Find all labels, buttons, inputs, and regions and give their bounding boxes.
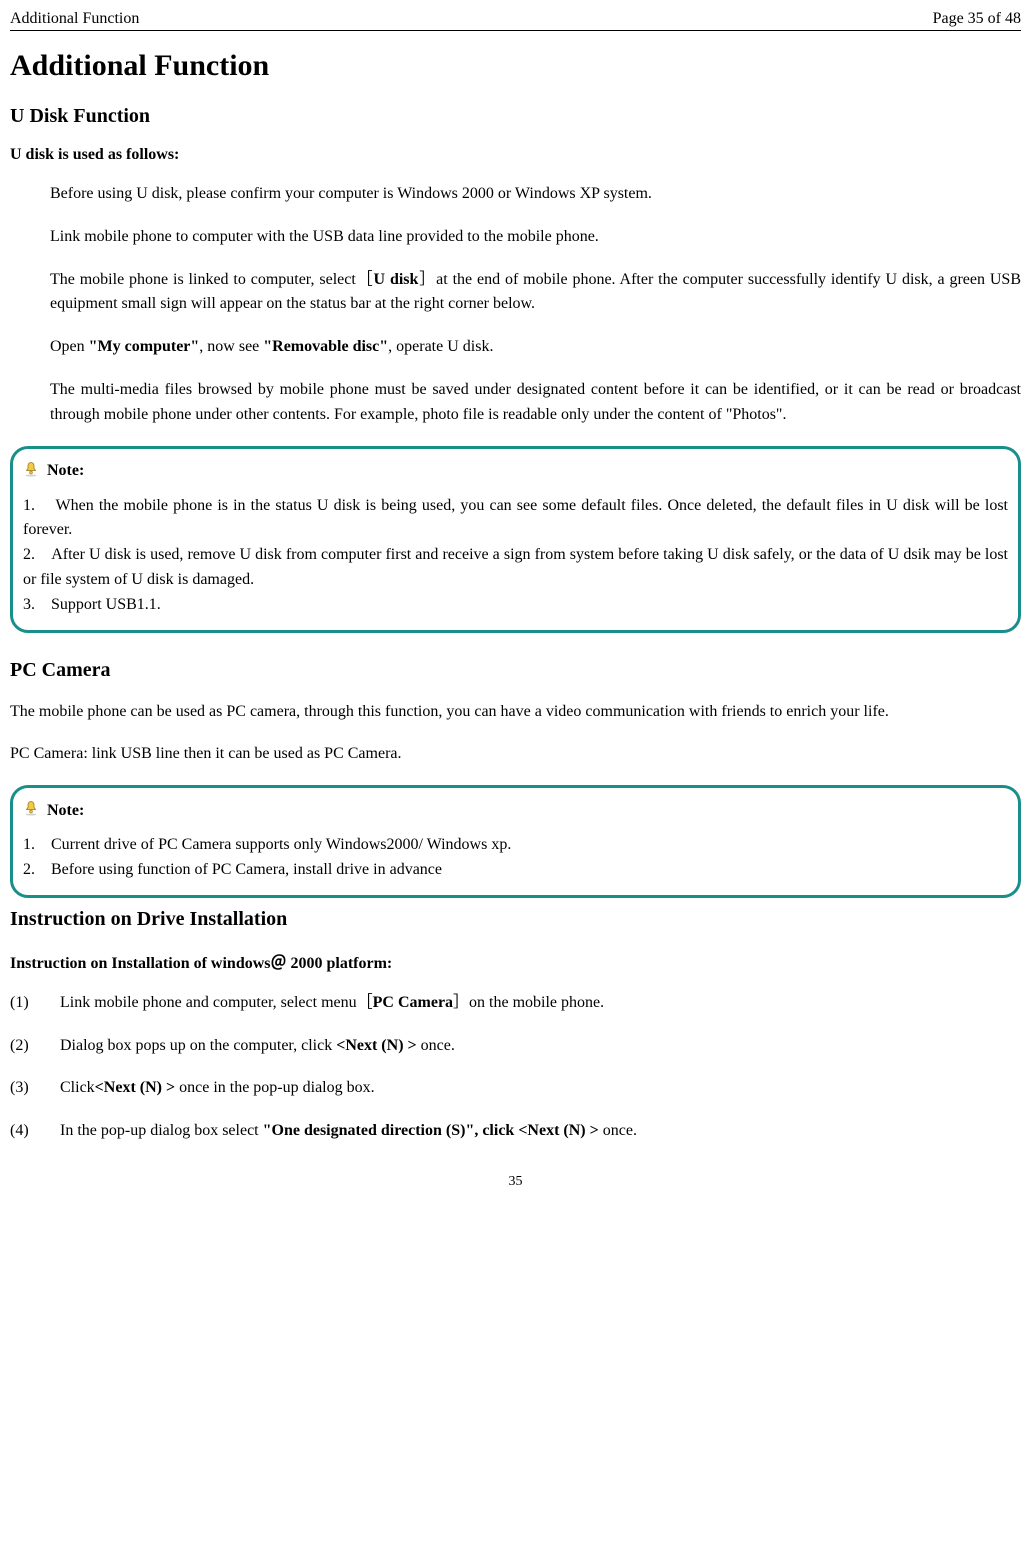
text: Link mobile phone and computer, select m… (60, 991, 1021, 1016)
text-bold: "My computer" (89, 338, 200, 355)
pc-p1: The mobile phone can be used as PC camer… (10, 700, 1021, 725)
note-box-2: Note: 1. Current drive of PC Camera supp… (10, 785, 1021, 898)
num: (3) (10, 1076, 60, 1101)
text-bold: <Next (N) > (95, 1079, 179, 1096)
text-bold: <Next (N) > (336, 1037, 420, 1054)
page-number: 35 (10, 1174, 1021, 1190)
note-header: Note: (23, 800, 1008, 821)
text-bold: "One designated direction (S)", click <N… (263, 1122, 603, 1139)
drive-step-3: (3) Click<Next (N) > once in the pop-up … (10, 1076, 1021, 1101)
text: In the pop-up dialog box select "One des… (60, 1119, 1021, 1144)
note2-line1: 1. Current drive of PC Camera supports o… (23, 833, 1008, 858)
note-label: Note: (47, 802, 84, 820)
text-bold: "Removable disc" (263, 338, 388, 355)
bell-icon (23, 800, 39, 821)
text: ］on the mobile phone. (453, 994, 604, 1011)
num: (2) (10, 1034, 60, 1059)
text: When the mobile phone is in the status U… (23, 497, 1008, 539)
note-box-1: Note: 1. When the mobile phone is in the… (10, 446, 1021, 633)
text: Open (50, 338, 89, 355)
text: Before using function of PC Camera, inst… (51, 861, 442, 878)
num: 2. (23, 861, 35, 878)
text: Dialog box pops up on the computer, clic… (60, 1037, 336, 1054)
text: once. (603, 1122, 637, 1139)
udisk-subheading: U disk is used as follows: (10, 146, 1021, 164)
note2-line2: 2. Before using function of PC Camera, i… (23, 858, 1008, 883)
pc-p2: PC Camera: link USB line then it can be … (10, 742, 1021, 767)
udisk-heading: U Disk Function (10, 105, 1021, 128)
drive-subheading: Instruction on Installation of windows＠ … (10, 949, 1021, 973)
num: 2. (23, 546, 35, 563)
text: , operate U disk. (388, 338, 493, 355)
note-header: Note: (23, 461, 1008, 482)
drive-step-2: (2) Dialog box pops up on the computer, … (10, 1034, 1021, 1059)
text-bold: U disk (374, 271, 419, 288)
header-left: Additional Function (10, 10, 139, 28)
bell-icon (23, 461, 39, 482)
text: once in the pop-up dialog box. (179, 1079, 375, 1096)
note1-line2: 2. After U disk is used, remove U disk f… (23, 543, 1008, 593)
num: (1) (10, 991, 60, 1016)
note1-line3: 3. Support USB1.1. (23, 593, 1008, 618)
drive-step-4: (4) In the pop-up dialog box select "One… (10, 1119, 1021, 1144)
pc-heading: PC Camera (10, 659, 1021, 682)
num: (4) (10, 1119, 60, 1144)
text: Current drive of PC Camera supports only… (51, 836, 511, 853)
header-right: Page 35 of 48 (933, 10, 1021, 28)
note1-line1: 1. When the mobile phone is in the statu… (23, 494, 1008, 544)
text: once. (421, 1037, 455, 1054)
text: After U disk is used, remove U disk from… (23, 546, 1008, 588)
num: 1. (23, 836, 35, 853)
text: Support USB1.1. (51, 596, 161, 613)
text: , now see (199, 338, 263, 355)
text: Click<Next (N) > once in the pop-up dial… (60, 1076, 1021, 1101)
num: 3. (23, 596, 35, 613)
drive-heading: Instruction on Drive Installation (10, 908, 1021, 931)
page-header: Additional Function Page 35 of 48 (10, 10, 1021, 31)
text: Click (60, 1079, 95, 1096)
num: 1. (23, 497, 35, 514)
note-label: Note: (47, 462, 84, 480)
text-bold: PC Camera (373, 994, 453, 1011)
udisk-p5: The multi-media files browsed by mobile … (50, 378, 1021, 428)
text: Link mobile phone and computer, select m… (60, 994, 373, 1011)
page-title: Additional Function (10, 49, 1021, 83)
udisk-p2: Link mobile phone to computer with the U… (50, 225, 1021, 250)
udisk-p3: The mobile phone is linked to computer, … (50, 268, 1021, 318)
text: In the pop-up dialog box select (60, 1122, 263, 1139)
text: Dialog box pops up on the computer, clic… (60, 1034, 1021, 1059)
udisk-p1: Before using U disk, please confirm your… (50, 182, 1021, 207)
udisk-p4: Open "My computer", now see "Removable d… (50, 335, 1021, 360)
text: The mobile phone is linked to computer, … (50, 271, 374, 288)
drive-step-1: (1) Link mobile phone and computer, sele… (10, 991, 1021, 1016)
